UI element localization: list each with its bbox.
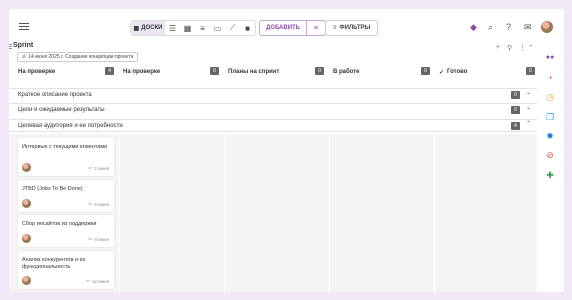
sprint-tag[interactable]: ⊘ 14 июня 2025 г. Создание концепции про… <box>17 52 139 62</box>
column-count: 4 <box>105 67 114 75</box>
user-avatar[interactable] <box>541 21 553 33</box>
collapse-icon[interactable]: ⌃ <box>528 44 534 52</box>
calendar-icon: ▭ <box>88 201 93 206</box>
people-icon[interactable]: ●● <box>545 53 555 63</box>
section-row[interactable]: Цели и ожидаемые результаты 0 ⌄ <box>9 103 537 116</box>
chevron-up-icon[interactable]: ⌃ <box>526 120 531 127</box>
card-date: ▭ 5 июня <box>88 201 109 207</box>
card-title: Сбор инсайтов из поддержки <box>22 221 97 227</box>
boards-view-button[interactable]: ▦ ДОСКИ <box>131 21 165 35</box>
notification-app-icon[interactable]: ◆ <box>470 23 477 32</box>
filter-icon: ≡ <box>333 25 337 31</box>
column-count: 0 <box>210 67 219 75</box>
column-body <box>330 134 434 292</box>
column-count: 0 <box>526 67 535 75</box>
grid-icon[interactable]: ▦ <box>180 21 195 35</box>
column-header[interactable]: Планы на спринт <box>228 66 279 78</box>
add-icon[interactable]: + <box>496 44 500 51</box>
sprint-title: Sprint <box>13 42 34 49</box>
column-header[interactable]: В работе <box>333 66 360 78</box>
column-body: Интервью с текущими клиентами ▭ 2 июня JT… <box>9 134 119 292</box>
square-icon[interactable]: ■ <box>240 21 255 35</box>
block-icon[interactable]: ⊘ <box>545 150 555 160</box>
list-icon[interactable]: ☰ <box>165 21 180 35</box>
section-label: Целевая аудитория и ее потребности <box>18 122 123 129</box>
chart-icon[interactable]: ⟋ <box>225 21 240 35</box>
copy-icon[interactable]: ❐ <box>545 112 555 122</box>
mail-icon[interactable]: ✉ <box>524 23 532 32</box>
more-icon[interactable]: ⋮ <box>519 44 526 52</box>
column-label: В работе <box>333 69 360 75</box>
section-count: 0 <box>511 91 520 99</box>
menu-icon[interactable] <box>19 23 29 30</box>
history-icon[interactable]: ◔ <box>545 73 555 83</box>
chevron-down-icon[interactable]: ⌄ <box>526 104 531 111</box>
check-icon: ✓ <box>439 69 445 76</box>
card-title: JTBD (Jobs To Be Done) <box>22 186 83 192</box>
sort-icon[interactable]: ≡ <box>195 21 210 35</box>
column-label: На проверке <box>18 69 56 75</box>
card-avatar <box>22 199 31 208</box>
sprint-tag-label: 14 июня 2025 г. Создание концепции проек… <box>28 54 134 60</box>
task-card[interactable]: Анализ конкурентов и их функциональность… <box>18 251 114 289</box>
search-icon[interactable]: ⌕ <box>488 23 493 32</box>
card-date-label: 12 июня <box>91 278 109 284</box>
column-body <box>435 134 537 292</box>
calendar-icon: ▭ <box>85 278 90 283</box>
calendar-icon: ▭ <box>88 165 93 170</box>
badge-icon[interactable]: ✹ <box>545 131 555 141</box>
column-body <box>120 134 224 292</box>
add-options-icon[interactable]: ≡ <box>307 21 325 35</box>
column-label: Готово <box>447 69 468 75</box>
section-row[interactable]: Целевая аудитория и ее потребности 4 ⌃ <box>9 119 537 132</box>
card-date-label: 2 июня <box>94 165 109 171</box>
task-card[interactable]: Интервью с текущими клиентами ▭ 2 июня <box>18 138 114 176</box>
card-date: ▭ 9 июня <box>88 236 109 242</box>
boards-icon: ▦ <box>133 25 140 32</box>
card-date-label: 9 июня <box>94 236 109 242</box>
card-avatar <box>22 163 31 172</box>
card-date: ▭ 2 июня <box>88 165 109 171</box>
section-label: Краткое описание проекта <box>18 92 92 98</box>
section-count: 4 <box>511 122 520 130</box>
column-header[interactable]: На проверке <box>123 66 160 78</box>
add-button-group: ДОБАВИТЬ ≡ <box>259 20 326 36</box>
card-avatar <box>22 276 31 285</box>
help-icon[interactable]: ? <box>506 23 511 32</box>
tag-icon: ⊘ <box>22 54 27 60</box>
right-sidebar: ●● ◔ ◷ ❐ ✹ ⊘ ✚ <box>537 40 564 292</box>
app-window: ▦ ДОСКИ ☰ ▦ ≡ ▭ ⟋ ■ ДОБАВИТЬ ≡ ≡ ФИЛЬТРЫ… <box>9 9 564 292</box>
column-label: Планы на спринт <box>228 69 280 75</box>
section-count: 0 <box>511 106 520 114</box>
column-count: 0 <box>421 67 430 75</box>
task-card[interactable]: JTBD (Jobs To Be Done) ▭ 5 июня <box>18 180 114 212</box>
add-button[interactable]: ДОБАВИТЬ <box>260 21 307 35</box>
card-avatar <box>22 234 31 243</box>
chevron-down-icon[interactable]: ⌄ <box>526 89 531 96</box>
section-row[interactable]: Краткое описание проекта 0 ⌄ <box>9 88 537 101</box>
card-date: ▭ 12 июня <box>86 278 109 284</box>
puzzle-icon[interactable]: ✚ <box>545 170 555 180</box>
card-title: Интервью с текущими клиентами <box>22 144 108 150</box>
column-header[interactable]: На проверке <box>18 66 55 78</box>
column-label: На проверке <box>123 69 161 75</box>
section-label: Цели и ожидаемые результаты <box>18 107 105 113</box>
card-title: Анализ конкурентов и их функциональность <box>22 257 86 270</box>
column-header[interactable]: ✓ Готово <box>439 66 467 78</box>
filters-button[interactable]: ≡ ФИЛЬТРЫ <box>325 20 379 36</box>
card-date-label: 5 июня <box>94 201 109 207</box>
boards-label: ДОСКИ <box>141 25 163 31</box>
sprint-board: Sprint + ⚲ ⋮ ⌃ ⊘ 14 июня 2025 г. Создани… <box>9 40 537 292</box>
column-count: 0 <box>315 67 324 75</box>
calendar-icon[interactable]: ▭ <box>210 21 225 35</box>
filters-label: ФИЛЬТРЫ <box>339 25 371 31</box>
link-icon[interactable]: ⚲ <box>507 44 512 52</box>
calendar-icon: ▭ <box>88 236 93 241</box>
task-card[interactable]: Сбор инсайтов из поддержки ▭ 9 июня <box>18 215 114 247</box>
column-body <box>225 134 329 292</box>
clock-icon[interactable]: ◷ <box>545 92 555 102</box>
drag-handle-icon[interactable] <box>9 44 12 50</box>
view-switcher: ▦ ДОСКИ ☰ ▦ ≡ ▭ ⟋ ■ <box>130 20 256 36</box>
